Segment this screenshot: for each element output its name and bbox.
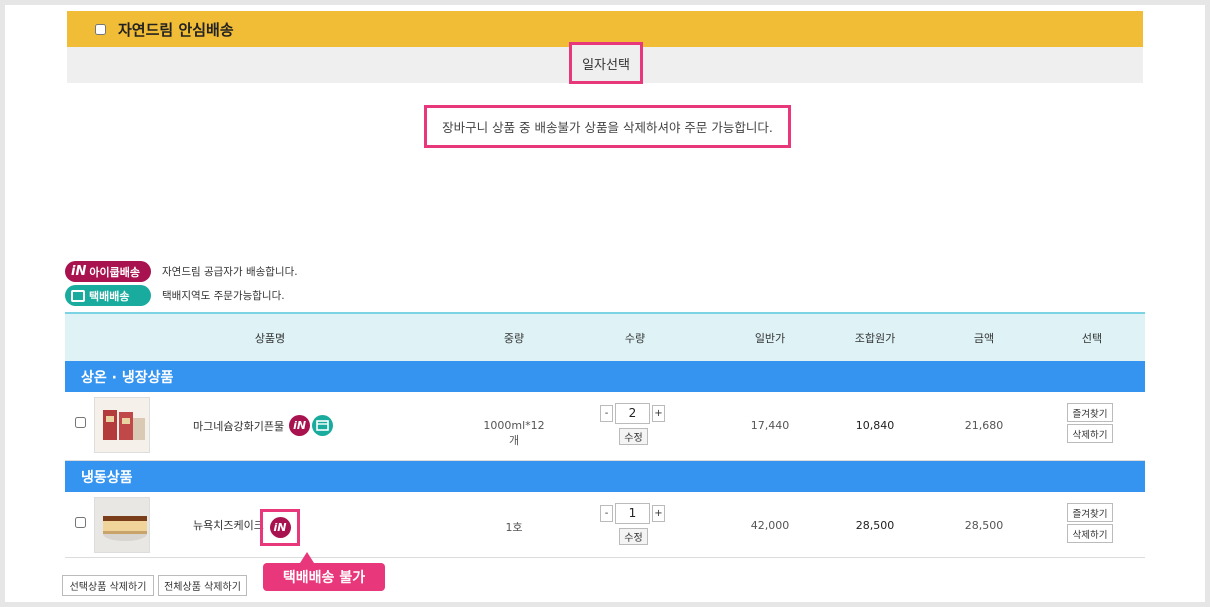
in-logo-icon: iN — [289, 415, 311, 436]
header-price: 일반가 — [754, 331, 786, 345]
date-select-row: 일자선택 — [67, 42, 1143, 84]
qty-minus-button[interactable]: - — [600, 405, 613, 422]
legend-icoop: iN 아이쿱배송 자연드림 공급자가 배송합니다. — [65, 261, 298, 282]
parcel-delivery-badge: 택배배송 — [65, 285, 151, 306]
delete-button[interactable]: 삭제하기 — [1067, 524, 1113, 543]
header-select: 선택 — [1081, 331, 1103, 345]
product-name[interactable]: 마그네슘강화기픈물 iN — [193, 415, 334, 436]
quantity-stepper: - 1 + 수정 — [600, 503, 670, 545]
favorite-button[interactable]: 즐겨찾기 — [1067, 503, 1113, 522]
in-logo-icon: iN — [71, 264, 87, 279]
date-select-button[interactable]: 일자선택 — [569, 42, 643, 84]
qty-plus-button[interactable]: + — [652, 405, 665, 422]
favorite-button[interactable]: 즐겨찾기 — [1067, 403, 1113, 422]
product-weight: 1000ml*12개 — [483, 419, 545, 447]
header-weight: 중량 — [503, 331, 525, 345]
cart-table: 상품명 중량 수량 일반가 조합원가 금액 선택 상온 · 냉장상품 마그네슘강… — [65, 312, 1145, 558]
member-price: 10,840 — [855, 419, 895, 432]
highlight-box: iN — [260, 509, 300, 546]
qty-plus-button[interactable]: + — [652, 505, 665, 522]
line-amount: 21,680 — [964, 419, 1004, 432]
header-qty: 수량 — [624, 331, 646, 345]
header-member-price: 조합원가 — [854, 331, 896, 345]
legend-parcel-text: 택배지역도 주문가능합니다. — [162, 290, 285, 302]
box-icon — [71, 289, 85, 302]
product-weight: 1호 — [505, 521, 523, 534]
regular-price: 42,000 — [750, 519, 790, 532]
table-row: 마그네슘강화기픈물 iN 1000ml*12개 - 2 + 수정 17,440 … — [65, 392, 1145, 461]
delete-all-button[interactable]: 전체상품 삭제하기 — [158, 575, 247, 596]
quantity-stepper: - 2 + 수정 — [600, 403, 670, 445]
box-icon — [312, 415, 334, 436]
legend-icoop-text: 자연드림 공급자가 배송합니다. — [162, 266, 298, 278]
in-logo-icon: iN — [269, 517, 291, 538]
qty-update-button[interactable]: 수정 — [619, 428, 648, 445]
callout-arrow — [300, 552, 314, 563]
qty-input[interactable]: 1 — [615, 503, 650, 524]
row-checkbox[interactable] — [75, 517, 86, 528]
legend-parcel: 택배배송 택배지역도 주문가능합니다. — [65, 285, 285, 306]
row-actions: 즐겨찾기 삭제하기 — [1067, 403, 1115, 445]
regular-price: 17,440 — [750, 419, 790, 432]
product-image — [94, 497, 150, 553]
table-header: 상품명 중량 수량 일반가 조합원가 금액 선택 — [65, 312, 1145, 361]
product-image — [94, 397, 150, 453]
delivery-notice: 장바구니 상품 중 배송불가 상품을 삭제하셔야 주문 가능합니다. — [424, 105, 791, 148]
delete-button[interactable]: 삭제하기 — [1067, 424, 1113, 443]
line-amount: 28,500 — [964, 519, 1004, 532]
delete-selected-button[interactable]: 선택상품 삭제하기 — [62, 575, 154, 596]
category-frozen: 냉동상품 — [65, 461, 1145, 492]
header-amount: 금액 — [973, 331, 995, 345]
parcel-unavailable-callout: 택배배송 불가 — [263, 563, 385, 591]
row-checkbox[interactable] — [75, 417, 86, 428]
qty-input[interactable]: 2 — [615, 403, 650, 424]
category-ambient: 상온 · 냉장상품 — [65, 361, 1145, 392]
member-price: 28,500 — [855, 519, 895, 532]
row-actions: 즐겨찾기 삭제하기 — [1067, 503, 1115, 545]
qty-minus-button[interactable]: - — [600, 505, 613, 522]
page: 자연드림 안심배송 일자선택 장바구니 상품 중 배송불가 상품을 삭제하셔야 … — [5, 5, 1205, 602]
section-checkbox[interactable] — [95, 23, 106, 35]
section-title: 자연드림 안심배송 — [118, 20, 234, 39]
header-product: 상품명 — [254, 331, 286, 345]
product-name[interactable]: 뉴욕치즈케이크 — [193, 517, 264, 533]
icoop-delivery-badge: iN 아이쿱배송 — [65, 261, 151, 282]
qty-update-button[interactable]: 수정 — [619, 528, 648, 545]
table-row: 뉴욕치즈케이크 1호 - 1 + 수정 42,000 28,500 28,500… — [65, 492, 1145, 558]
